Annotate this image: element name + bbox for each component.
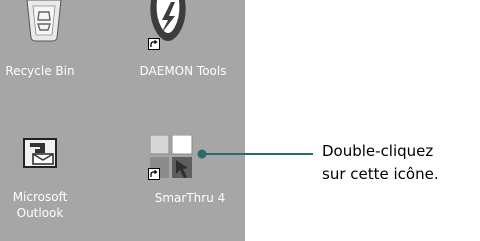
callout-dot xyxy=(197,149,207,159)
instruction-figure: Recycle Bin DAEMON Tools Microsoft Outlo… xyxy=(0,0,480,241)
callout-line2: sur cette icône. xyxy=(322,165,439,183)
callout-text: Double-cliquez sur cette icône. xyxy=(322,140,439,186)
callout-pointer xyxy=(197,149,313,159)
callout-line1: Double-cliquez xyxy=(322,142,434,160)
